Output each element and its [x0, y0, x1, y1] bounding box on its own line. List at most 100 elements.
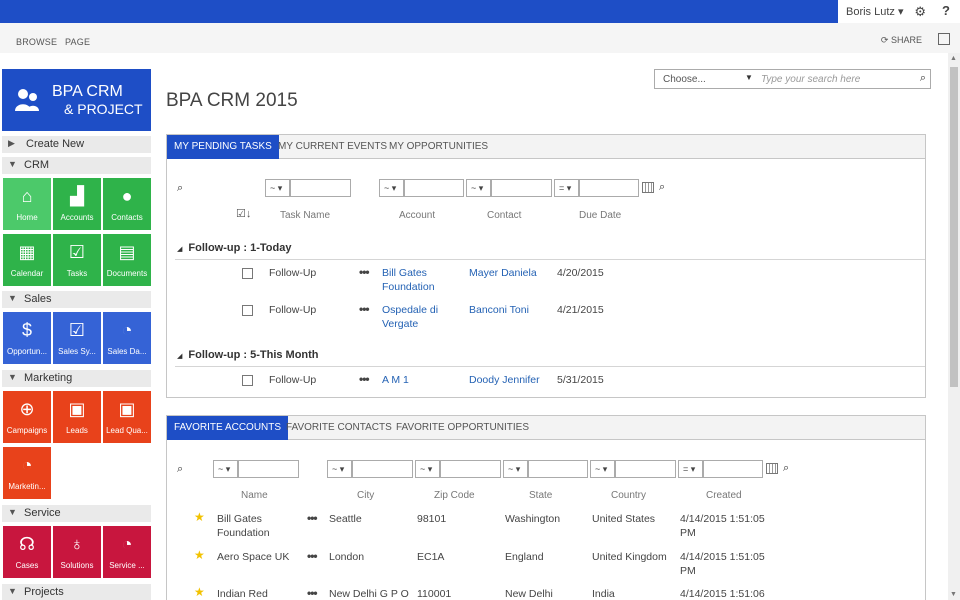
- city-operator[interactable]: ~ ▾: [327, 460, 352, 478]
- tile-sales-system[interactable]: ☑ Sales Sy...: [53, 312, 101, 364]
- scroll-up-icon[interactable]: ▲: [950, 55, 957, 62]
- column-state[interactable]: State: [529, 490, 552, 501]
- tile-service-dashboard[interactable]: ◔ Service ...: [103, 526, 151, 578]
- contact-link[interactable]: Mayer Daniela: [469, 266, 537, 280]
- country-filter[interactable]: [615, 460, 676, 478]
- tile-lead-qualification[interactable]: ▣ Lead Qua...: [103, 391, 151, 443]
- chevron-down-icon[interactable]: ▼: [745, 73, 753, 82]
- account-link[interactable]: Ospedale di Vergate: [382, 303, 438, 331]
- tile-contacts[interactable]: ● Contacts: [103, 178, 151, 230]
- city-filter[interactable]: [352, 460, 413, 478]
- search-input[interactable]: Type your search here: [761, 74, 860, 85]
- account-name[interactable]: Bill Gates Foundation: [217, 512, 270, 540]
- nav-section-sales[interactable]: ▼ Sales: [2, 291, 151, 308]
- tile-tasks[interactable]: ☑ Tasks: [53, 234, 101, 286]
- account-name[interactable]: Aero Space UK: [217, 550, 289, 564]
- contact-filter[interactable]: [491, 179, 552, 197]
- contact-link[interactable]: Banconi Toni: [469, 303, 529, 317]
- state-operator[interactable]: ~ ▾: [503, 460, 528, 478]
- filter-search-icon[interactable]: ⌕: [177, 463, 183, 476]
- column-city[interactable]: City: [357, 490, 374, 501]
- search-icon[interactable]: ⌕: [783, 462, 789, 475]
- column-account[interactable]: Account: [399, 210, 435, 221]
- more-options-icon[interactable]: •••: [307, 511, 318, 525]
- user-menu[interactable]: Boris Lutz ▾: [846, 5, 904, 18]
- column-contact[interactable]: Contact: [487, 210, 521, 221]
- tile-opportunities[interactable]: $ Opportun...: [3, 312, 51, 364]
- column-due-date[interactable]: Due Date: [579, 210, 621, 221]
- task-name-operator[interactable]: ~ ▾: [265, 179, 290, 197]
- account-filter[interactable]: [404, 179, 464, 197]
- row-checkbox[interactable]: [242, 268, 253, 279]
- tile-campaigns[interactable]: ⊕ Campaigns: [3, 391, 51, 443]
- column-name[interactable]: Name: [241, 490, 268, 501]
- tile-cases[interactable]: ☊ Cases: [3, 526, 51, 578]
- calendar-icon[interactable]: [642, 182, 654, 193]
- more-options-icon[interactable]: •••: [307, 549, 318, 563]
- task-name-filter[interactable]: [290, 179, 351, 197]
- tile-solutions[interactable]: ♁ Solutions: [53, 526, 101, 578]
- tile-marketing-dashboard[interactable]: ◔ Marketin...: [3, 447, 51, 499]
- tab-my-pending-tasks[interactable]: MY PENDING TASKS: [167, 135, 279, 159]
- scrollbar-thumb[interactable]: [950, 67, 958, 387]
- zip-filter[interactable]: [440, 460, 501, 478]
- nav-section-crm[interactable]: ▼ CRM: [2, 157, 151, 174]
- focus-mode-icon[interactable]: [938, 33, 950, 45]
- row-checkbox[interactable]: [242, 375, 253, 386]
- ribbon-tab-browse[interactable]: BROWSE: [16, 37, 57, 47]
- tab-favorite-contacts[interactable]: FAVORITE CONTACTS: [279, 416, 399, 440]
- name-operator[interactable]: ~ ▾: [213, 460, 238, 478]
- created-filter[interactable]: [703, 460, 763, 478]
- tile-leads[interactable]: ▣ Leads: [53, 391, 101, 443]
- account-operator[interactable]: ~ ▾: [379, 179, 404, 197]
- filter-search-icon[interactable]: ⌕: [177, 182, 183, 195]
- select-all-checkbox-icon[interactable]: ☑↓: [236, 207, 251, 220]
- tile-accounts[interactable]: ▟ Accounts: [53, 178, 101, 230]
- help-icon[interactable]: ?: [942, 3, 950, 18]
- search-icon[interactable]: ⌕: [659, 181, 665, 194]
- zip-operator[interactable]: ~ ▾: [415, 460, 440, 478]
- nav-create-new[interactable]: ▶ Create New: [2, 136, 151, 153]
- row-checkbox[interactable]: [242, 305, 253, 316]
- account-link[interactable]: A M 1: [382, 373, 409, 387]
- tile-home[interactable]: ⌂ Home: [3, 178, 51, 230]
- tile-sales-dashboard[interactable]: ◔ Sales Da...: [103, 312, 151, 364]
- tile-calendar[interactable]: ▦ Calendar: [3, 234, 51, 286]
- column-created[interactable]: Created: [706, 490, 742, 501]
- favorite-star-icon[interactable]: ★: [194, 585, 205, 599]
- contact-operator[interactable]: ~ ▾: [466, 179, 491, 197]
- calendar-icon[interactable]: [766, 463, 778, 474]
- share-button[interactable]: ⟳ SHARE: [881, 35, 922, 46]
- favorite-star-icon[interactable]: ★: [194, 548, 205, 562]
- tile-documents[interactable]: ▤ Documents: [103, 234, 151, 286]
- tab-my-current-events[interactable]: MY CURRENT EVENTS: [271, 135, 394, 159]
- nav-section-service[interactable]: ▼ Service: [2, 505, 151, 522]
- contact-link[interactable]: Doody Jennifer: [469, 373, 540, 387]
- site-logo[interactable]: BPA CRM & PROJECT: [2, 69, 151, 131]
- country-operator[interactable]: ~ ▾: [590, 460, 615, 478]
- account-name[interactable]: Indian Red: [217, 587, 268, 600]
- nav-section-projects[interactable]: ▼ Projects: [2, 584, 151, 600]
- created-operator[interactable]: = ▾: [678, 460, 703, 478]
- tab-favorite-accounts[interactable]: FAVORITE ACCOUNTS: [167, 416, 289, 440]
- column-zip-code[interactable]: Zip Code: [434, 490, 475, 501]
- page-scrollbar[interactable]: ▲ ▼: [948, 53, 960, 600]
- tab-favorite-opportunities[interactable]: FAVORITE OPPORTUNITIES: [389, 416, 536, 440]
- nav-section-marketing[interactable]: ▼ Marketing: [2, 370, 151, 387]
- group-header[interactable]: ◢ Follow-up : 5-This Month: [177, 349, 319, 361]
- more-options-icon[interactable]: •••: [307, 586, 318, 600]
- scroll-down-icon[interactable]: ▼: [950, 591, 957, 598]
- search-icon[interactable]: ⌕: [920, 72, 926, 85]
- due-date-filter[interactable]: [579, 179, 639, 197]
- due-date-operator[interactable]: = ▾: [554, 179, 579, 197]
- ribbon-tab-page[interactable]: PAGE: [65, 37, 90, 47]
- state-filter[interactable]: [528, 460, 588, 478]
- gear-icon[interactable]: ⚙: [914, 4, 926, 20]
- tab-my-opportunities[interactable]: MY OPPORTUNITIES: [382, 135, 495, 159]
- column-task-name[interactable]: Task Name: [280, 210, 330, 221]
- column-country[interactable]: Country: [611, 490, 646, 501]
- group-header[interactable]: ◢ Follow-up : 1-Today: [177, 242, 291, 254]
- favorite-star-icon[interactable]: ★: [194, 510, 205, 524]
- more-options-icon[interactable]: •••: [359, 265, 370, 279]
- account-link[interactable]: Bill Gates Foundation: [382, 266, 435, 294]
